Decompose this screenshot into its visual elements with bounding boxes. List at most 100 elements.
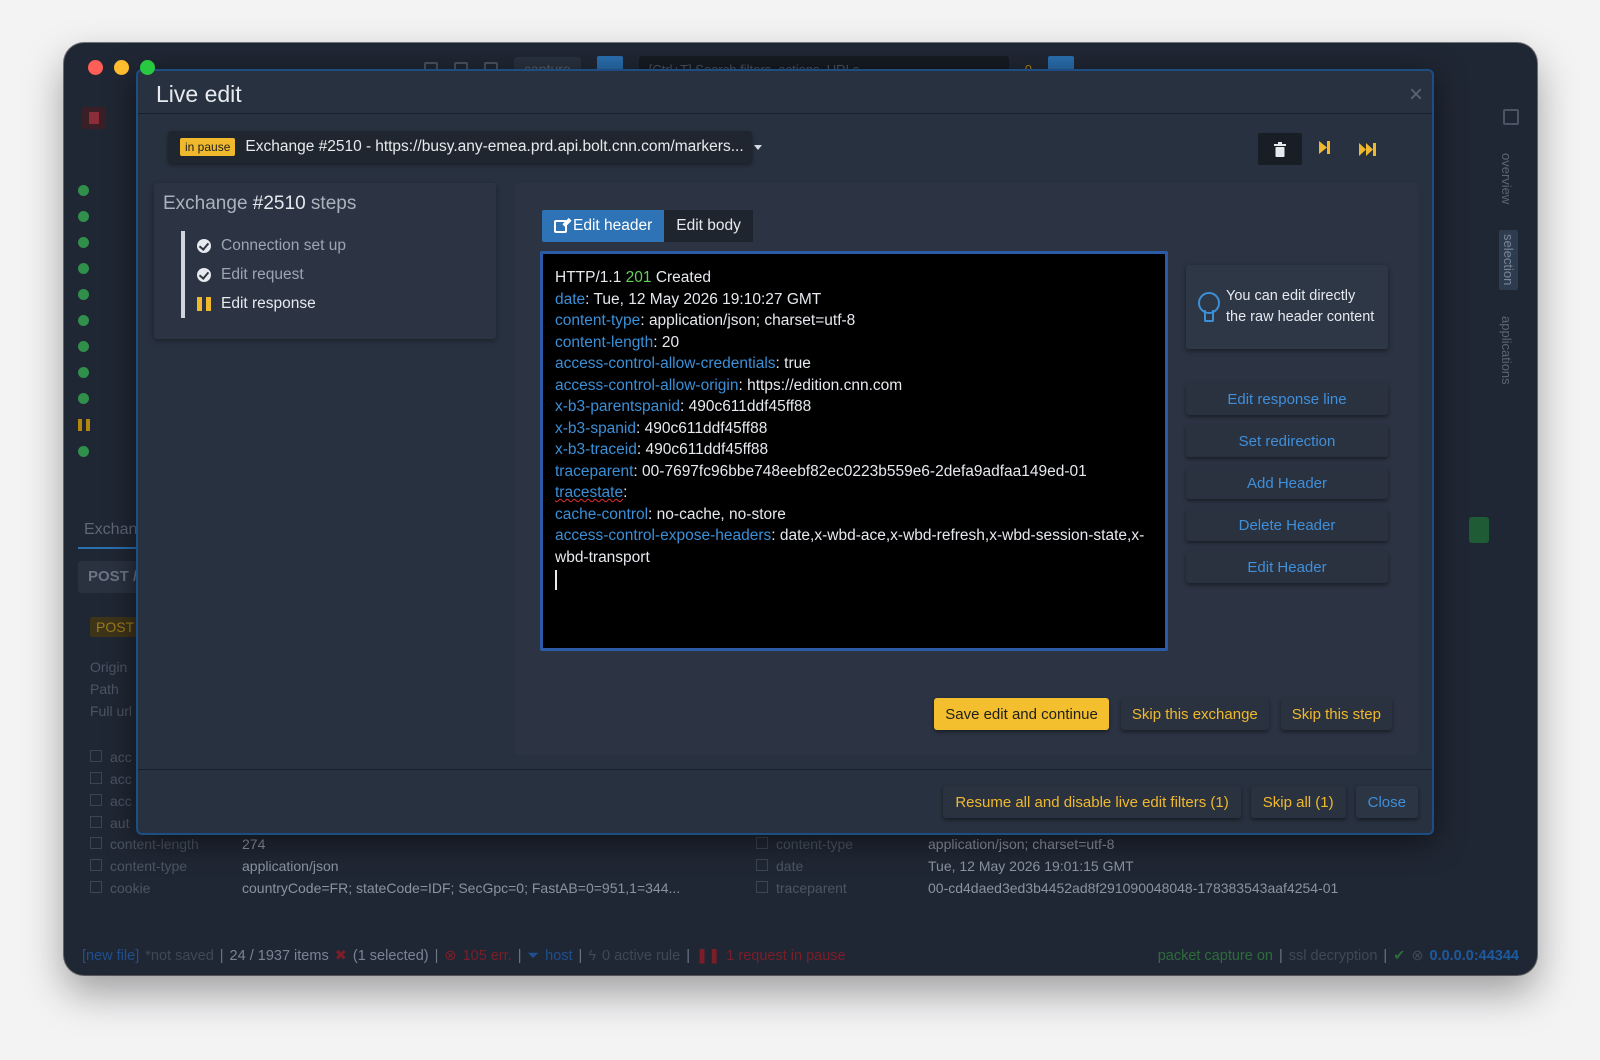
delete-exchange-button[interactable] xyxy=(1258,133,1302,165)
pause-count[interactable]: 1 request in pause xyxy=(726,948,845,964)
status-text: Created xyxy=(655,269,711,286)
status-dot xyxy=(78,446,89,457)
resume-all-button[interactable]: Resume all and disable live edit filters… xyxy=(943,786,1241,818)
check-circle-icon xyxy=(197,238,211,253)
zoom-window-button[interactable] xyxy=(140,60,155,75)
capture-status[interactable]: packet capture on xyxy=(1158,948,1273,964)
header-check-label[interactable]: acc xyxy=(90,749,132,765)
close-window-button[interactable] xyxy=(88,60,103,75)
table-row[interactable]: content-type application/json xyxy=(90,855,680,877)
step-label: Edit response xyxy=(221,294,316,312)
step-label: Edit request xyxy=(221,265,304,283)
header-line: tracestate: xyxy=(555,484,628,501)
selected-count: (1 selected) xyxy=(352,948,429,964)
header-check-label[interactable]: acc xyxy=(90,771,132,787)
divider xyxy=(138,113,1432,114)
minimize-window-button[interactable] xyxy=(114,60,129,75)
header-line: traceparent: 00-7697fc96bbe748eebf82ec02… xyxy=(555,462,1087,480)
table-row[interactable]: content-length 274 xyxy=(90,833,680,855)
rail-overview[interactable]: overview xyxy=(1499,153,1514,204)
step-edit-request: Edit request xyxy=(197,260,346,289)
header-line: content-length: 20 xyxy=(555,333,680,351)
response-headers-table: content-type application/json; charset=ut… xyxy=(756,833,1338,899)
pause-icon: ❚❚ xyxy=(695,948,721,964)
header-value: 490c611ddf45ff88 xyxy=(645,441,769,458)
layout-icon[interactable] xyxy=(1503,109,1519,125)
active-rule-count[interactable]: 0 active rule xyxy=(602,948,680,964)
header-line: access-control-allow-origin: https://edi… xyxy=(555,376,903,394)
status-code: 201 xyxy=(625,269,652,286)
fast-forward-button[interactable] xyxy=(1346,133,1390,165)
host-filter[interactable]: host xyxy=(545,948,572,964)
header-name: content-length xyxy=(555,333,654,351)
close-icon[interactable]: × xyxy=(1404,83,1428,107)
tab-label: Edit body xyxy=(676,217,741,234)
rail-applications[interactable]: applications xyxy=(1499,316,1514,385)
table-row[interactable]: content-type application/json; charset=ut… xyxy=(756,833,1338,855)
ssl-status[interactable]: ssl decryption xyxy=(1289,948,1378,964)
header-value: 274 xyxy=(242,836,266,852)
file-name[interactable]: [new file] xyxy=(82,948,139,964)
rail-selection[interactable]: selection xyxy=(1499,230,1518,290)
status-line: HTTP/1.1 201 Created xyxy=(555,267,1153,289)
header-value: https://edition.cnn.com xyxy=(747,376,903,394)
header-actions: Edit response line Set redirection Add H… xyxy=(1186,383,1388,593)
set-redirection-button[interactable]: Set redirection xyxy=(1186,425,1388,457)
items-count: 24 / 1937 items xyxy=(229,948,329,964)
trash-icon xyxy=(1274,141,1286,157)
check-icon: ✔ xyxy=(1393,948,1406,964)
hint-text: You can edit directly the raw header con… xyxy=(1226,288,1375,325)
skip-all-button[interactable]: Skip all (1) xyxy=(1250,786,1346,818)
status-dot xyxy=(78,237,89,248)
close-button[interactable]: Close xyxy=(1355,786,1418,818)
status-dot xyxy=(78,211,89,222)
table-row[interactable]: cookie countryCode=FR; stateCode=IDF; Sec… xyxy=(90,877,680,899)
tab-edit-body[interactable]: Edit body xyxy=(664,210,753,242)
status-dot xyxy=(78,367,89,378)
app-window: capture [Ctrl+T] Search filters, actions… xyxy=(64,43,1537,975)
table-row[interactable]: date Tue, 12 May 2026 19:01:15 GMT xyxy=(756,855,1338,877)
edit-response-line-button[interactable]: Edit response line xyxy=(1186,383,1388,415)
skip-step-button[interactable]: Skip this step xyxy=(1280,698,1392,730)
header-name: cache-control xyxy=(555,505,649,523)
steps-title: Exchange #2510 steps xyxy=(163,193,356,215)
save-and-continue-button[interactable]: Save edit and continue xyxy=(934,698,1109,730)
request-header-checks: acc acc acc aut xyxy=(90,746,132,834)
listen-icon: ⊗ xyxy=(1411,948,1424,964)
cursor-line xyxy=(555,568,1153,597)
edit-icon xyxy=(554,219,567,233)
delete-header-button[interactable]: Delete Header xyxy=(1186,509,1388,541)
skip-exchange-button[interactable]: Skip this exchange xyxy=(1120,698,1269,730)
separator: | xyxy=(686,948,690,964)
listen-address[interactable]: 0.0.0.0:44344 xyxy=(1430,948,1520,964)
pause-badge: in pause xyxy=(180,138,236,156)
save-state: *not saved xyxy=(145,948,214,964)
header-name: x-b3-parentspanid xyxy=(555,398,680,415)
edit-tabs: Edit header Edit body xyxy=(542,210,753,242)
clear-selection-icon[interactable]: ✖ xyxy=(335,948,347,964)
status-dot xyxy=(78,289,89,300)
tab-label: Edit header xyxy=(573,217,653,234)
header-key: traceparent xyxy=(756,877,928,899)
request-label: Full url xyxy=(90,703,133,719)
header-name: tracestate xyxy=(555,484,624,501)
edit-header-button[interactable]: Edit Header xyxy=(1186,551,1388,583)
exchange-status-list xyxy=(78,185,98,472)
raw-header-editor[interactable]: HTTP/1.1 201 Created date: Tue, 12 May 2… xyxy=(540,251,1168,651)
header-value: 20 xyxy=(661,333,680,351)
header-value: 490c611ddf45ff88 xyxy=(688,398,812,415)
steps-title-prefix: Exchange xyxy=(163,193,248,214)
header-check-label[interactable]: acc xyxy=(90,793,132,809)
tab-edit-header[interactable]: Edit header xyxy=(542,210,665,242)
header-check-label[interactable]: aut xyxy=(90,815,129,831)
error-count[interactable]: 105 err. xyxy=(463,948,512,964)
next-step-button[interactable] xyxy=(1302,133,1346,162)
delete-all-button[interactable] xyxy=(82,107,106,129)
status-bar: [new file] *not saved | 24 / 1937 items … xyxy=(64,937,1537,975)
chevron-down-icon xyxy=(753,144,762,150)
table-row[interactable]: traceparent 00-cd4daed3ed3b4452ad8f291090… xyxy=(756,877,1338,899)
modal-title: Live edit xyxy=(156,81,242,107)
header-value: 00-7697fc96bbe748eebf82ec0223b559e6-2def… xyxy=(642,462,1087,480)
exchange-selector[interactable]: in pause Exchange #2510 - https://busy.a… xyxy=(168,131,762,163)
add-header-button[interactable]: Add Header xyxy=(1186,467,1388,499)
